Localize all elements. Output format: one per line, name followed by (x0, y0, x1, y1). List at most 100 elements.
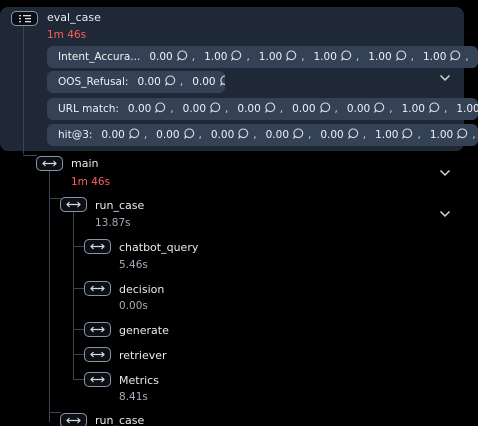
arrows-left-right-icon[interactable] (84, 281, 111, 296)
span-name-decision[interactable]: decision (119, 283, 164, 296)
feedback-score: 0.00 (101, 129, 125, 141)
span-name-chatbot-query[interactable]: chatbot_query (119, 241, 198, 254)
list-tree-icon[interactable] (11, 11, 38, 26)
feedback-score: 0.00 (182, 103, 207, 115)
comment-icon[interactable] (429, 102, 440, 116)
comment-icon[interactable] (402, 128, 413, 142)
comment-icon[interactable] (286, 50, 297, 64)
feedback-separator: , (308, 129, 312, 141)
comment-icon[interactable] (264, 102, 276, 116)
feedback-separator: , (198, 129, 202, 141)
feedback-score: 1.00 (204, 51, 228, 63)
arrows-left-right-icon[interactable] (60, 197, 87, 212)
span-name-generate[interactable]: generate (119, 324, 169, 337)
feedback-score: 0.00 (346, 103, 371, 115)
comment-icon[interactable] (450, 50, 461, 64)
span-duration-main: 1m 46s (71, 176, 111, 188)
feedback-separator: , (170, 103, 174, 115)
feedback-label: hit@3: (58, 129, 93, 141)
arrows-left-right-icon[interactable] (84, 239, 111, 254)
feedback-separator: , (301, 51, 305, 63)
feedback-separator: , (253, 129, 257, 141)
comment-icon[interactable] (457, 128, 468, 142)
feedback-score: 1.00 (401, 103, 425, 115)
feedback-separator: , (334, 103, 338, 115)
span-name-metrics[interactable]: Metrics (119, 374, 159, 387)
comment-icon[interactable] (210, 102, 221, 116)
feedback-separator: , (279, 103, 284, 115)
tree-line (73, 246, 84, 247)
feedback-score: 0.00 (210, 129, 235, 141)
comment-icon[interactable] (374, 102, 385, 116)
tree-line (73, 379, 84, 380)
comment-icon[interactable] (155, 102, 166, 116)
feedback-score: 1.00 (258, 51, 283, 63)
feedback-label: URL match: (58, 103, 119, 115)
tree-line (73, 288, 84, 289)
span-name-main[interactable]: main (71, 157, 98, 170)
tree-line (23, 155, 37, 156)
comment-icon[interactable] (183, 128, 195, 142)
feedback-pill-url-match[interactable]: URL match: 0.00, 0.00, 0.00, 0.00, 0.00, 1.00,… (47, 98, 478, 120)
feedback-score: 1.00 (375, 129, 399, 141)
feedback-separator: , (410, 51, 414, 63)
comment-icon[interactable] (347, 128, 359, 142)
comment-icon[interactable] (238, 128, 249, 142)
arrows-left-right-icon[interactable] (36, 156, 63, 171)
tree-line (23, 26, 24, 154)
root-span-name[interactable]: eval_case (47, 11, 101, 24)
feedback-pill-hit-at-3[interactable]: hit@3: 0.00, 0.00, 0.00, 0.00, 0.00, 1.00, 1.00… (47, 124, 478, 146)
tree-line (73, 329, 84, 330)
chevron-down-icon[interactable] (439, 74, 451, 82)
feedback-score: 1.00 (368, 51, 392, 63)
feedback-score: 1.00 (456, 103, 478, 115)
feedback-score: 0.00 (137, 76, 161, 88)
arrows-left-right-icon[interactable] (84, 322, 111, 337)
feedback-score: 0.00 (192, 76, 216, 88)
comment-icon[interactable] (176, 50, 188, 64)
feedback-separator: , (355, 51, 360, 63)
tree-line (73, 354, 84, 355)
comment-icon[interactable] (231, 50, 242, 64)
comment-icon[interactable] (293, 128, 304, 142)
feedback-score: 0.00 (156, 129, 180, 141)
feedback-separator: , (389, 103, 393, 115)
span-duration-metrics: 8.41s (119, 391, 148, 403)
span-name-retriever[interactable]: retriever (119, 349, 167, 362)
feedback-separator: , (246, 51, 250, 63)
feedback-pill-oos-refusal[interactable]: OOS_Refusal: 0.00, 0.00 (47, 71, 225, 93)
feedback-score: 0.00 (127, 103, 152, 115)
arrows-left-right-icon[interactable] (84, 372, 111, 387)
comment-icon[interactable] (340, 50, 352, 64)
tree-line (49, 198, 61, 199)
tree-line (49, 171, 50, 422)
feedback-separator: , (179, 76, 184, 88)
span-duration-chatbot-query: 5.46s (119, 259, 148, 271)
chevron-down-icon[interactable] (439, 210, 451, 218)
feedback-score: 1.00 (313, 51, 337, 63)
comment-icon[interactable] (164, 75, 176, 89)
feedback-score: 0.00 (237, 103, 261, 115)
comment-icon[interactable] (395, 50, 407, 64)
span-name-run-case[interactable]: run_case (95, 199, 144, 212)
feedback-label: OOS_Refusal: (58, 76, 129, 88)
feedback-separator: , (143, 129, 148, 141)
arrows-left-right-icon[interactable] (60, 413, 87, 426)
feedback-score: 0.00 (292, 103, 316, 115)
chevron-down-icon[interactable] (439, 169, 451, 177)
comment-icon[interactable] (128, 128, 140, 142)
feedback-separator: , (417, 129, 421, 141)
feedback-separator: , (472, 129, 476, 141)
comment-icon[interactable] (219, 75, 225, 89)
tree-line (49, 412, 61, 413)
comment-icon[interactable] (319, 102, 331, 116)
span-duration-decision: 0.00s (119, 300, 148, 312)
feedback-score: 1.00 (423, 51, 447, 63)
span-name-run-case-2[interactable]: run_case (95, 414, 144, 426)
feedback-score: 0.00 (149, 51, 173, 63)
feedback-pill-intent-accuracy[interactable]: Intent_Accura... 0.00, 1.00, 1.00, 1.00, 1.00… (47, 46, 478, 68)
arrows-left-right-icon[interactable] (84, 347, 111, 362)
feedback-separator: , (362, 129, 367, 141)
feedback-separator: , (225, 103, 229, 115)
feedback-separator: , (443, 103, 448, 115)
